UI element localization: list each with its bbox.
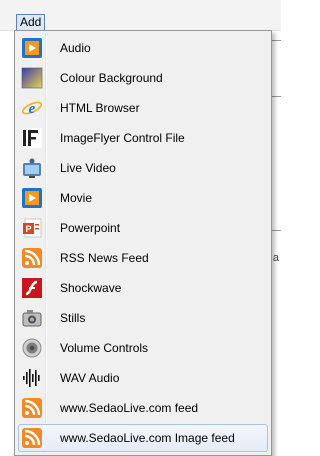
menu-item-powerpoint[interactable]: P Powerpoint — [18, 214, 268, 242]
sedaolive-image-feed-icon — [21, 427, 43, 449]
menu-item-label: www.SedaoLive.com feed — [60, 401, 199, 415]
audio-icon — [21, 37, 43, 59]
powerpoint-icon: P — [21, 217, 43, 239]
menu-item-label: Live Video — [60, 161, 116, 175]
menu-item-label: Powerpoint — [60, 221, 121, 235]
menu-item-rss-news-feed[interactable]: RSS News Feed — [18, 244, 268, 272]
menu-item-audio[interactable]: Audio — [18, 34, 268, 62]
menu-item-live-video[interactable]: Live Video — [18, 154, 268, 182]
wav-audio-icon — [21, 367, 43, 389]
menu-item-html-browser[interactable]: e HTML Browser — [18, 94, 268, 122]
rss-icon — [21, 247, 43, 269]
shockwave-icon — [21, 277, 43, 299]
menu-item-label: ImageFlyer Control File — [60, 131, 185, 145]
menu-item-imageflyer-control-file[interactable]: ImageFlyer Control File — [18, 124, 268, 152]
menu-item-label: Colour Background — [60, 71, 163, 85]
background-text-fragment: a — [272, 252, 279, 264]
menu-item-label: WAV Audio — [60, 371, 120, 385]
menu-item-label: www.SedaoLive.com Image feed — [60, 431, 235, 445]
menu-item-label: Audio — [60, 41, 91, 55]
html-browser-icon: e — [21, 97, 43, 119]
menu-item-label: Shockwave — [60, 281, 122, 295]
menu-item-volume-controls[interactable]: Volume Controls — [18, 334, 268, 362]
svg-text:P: P — [25, 224, 31, 234]
menu-item-label: RSS News Feed — [60, 251, 149, 265]
menu-item-wav-audio[interactable]: WAV Audio — [18, 364, 268, 392]
menu-item-stills[interactable]: Stills — [18, 304, 268, 332]
menu-item-sedaolive-image-feed[interactable]: www.SedaoLive.com Image feed — [18, 424, 268, 452]
sedaolive-feed-icon — [21, 397, 43, 419]
menu-item-label: Stills — [60, 311, 86, 325]
menu-item-shockwave[interactable]: Shockwave — [18, 274, 268, 302]
live-video-icon — [21, 157, 43, 179]
menu-item-label: Movie — [60, 191, 93, 205]
volume-controls-icon — [21, 337, 43, 359]
imageflyer-control-file-icon — [21, 127, 43, 149]
menu-item-sedaolive-feed[interactable]: www.SedaoLive.com feed — [18, 394, 268, 422]
stills-icon — [21, 307, 43, 329]
colour-background-icon — [21, 67, 43, 89]
add-menu-button[interactable]: Add — [16, 14, 46, 31]
menu-item-label: Volume Controls — [60, 341, 149, 355]
add-dropdown-menu: Audio Colour Background e HTML Browser I… — [14, 30, 272, 456]
svg-text:e: e — [29, 101, 36, 117]
menu-item-label: HTML Browser — [60, 101, 140, 115]
menu-item-movie[interactable]: Movie — [18, 184, 268, 212]
movie-icon — [21, 187, 43, 209]
menu-item-colour-background[interactable]: Colour Background — [18, 64, 268, 92]
